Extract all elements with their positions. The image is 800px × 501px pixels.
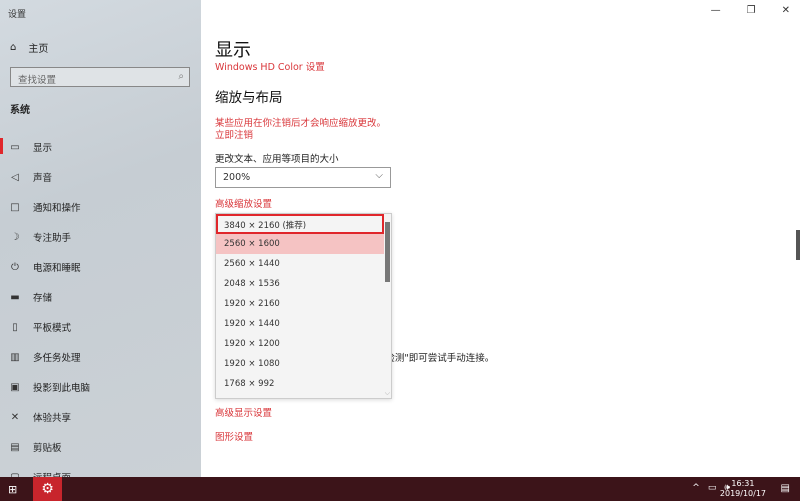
- resolution-option[interactable]: 2048 × 1536: [216, 274, 384, 294]
- windows-start-icon[interactable]: ⊞: [8, 483, 17, 496]
- app-title: 设置: [8, 10, 27, 20]
- resolution-option[interactable]: 1768 × 992: [216, 374, 384, 394]
- sidebar-item[interactable]: ▣ 投影到此电脑: [0, 372, 201, 402]
- resolution-dropdown-list[interactable]: 3840 × 2160 (推荐) 2560 × 1600 2560 × 1440 20…: [215, 213, 392, 399]
- close-icon[interactable]: ✕: [782, 5, 790, 16]
- detect-hint: "检测"即可尝试手动连接。: [381, 353, 495, 364]
- taskbar: ⊞ ⚙ ^ ▭ 🕪 16:31 2019/10/17 ▤: [0, 477, 800, 501]
- sidebar-item-label: 显示: [33, 143, 53, 154]
- clock[interactable]: 16:31 2019/10/17: [720, 479, 766, 499]
- sidebar-home[interactable]: ⌂ 主页: [10, 40, 48, 55]
- search-icon[interactable]: ⌕: [178, 71, 184, 82]
- sidebar-item-label: 平板模式: [33, 323, 72, 334]
- sidebar-item[interactable]: ◁ 声音: [0, 162, 201, 192]
- resolution-option[interactable]: 1920 × 1440: [216, 314, 384, 334]
- settings-gear-icon[interactable]: ⚙: [33, 477, 62, 501]
- search-placeholder: 查找设置: [18, 75, 57, 86]
- home-icon: ⌂: [10, 42, 17, 53]
- main-content: — ❐ ✕ 显示 Windows HD Color 设置 缩放与布局 某些应用在…: [201, 0, 800, 477]
- sidebar-item-label: 存储: [33, 293, 53, 304]
- resolution-option[interactable]: 2560 × 1600: [216, 234, 384, 254]
- minimize-icon[interactable]: —: [711, 5, 721, 16]
- notification-center-icon[interactable]: ▤: [781, 483, 790, 494]
- page-scrollbar[interactable]: [796, 230, 800, 260]
- chevron-down-icon: ⌵: [375, 170, 383, 181]
- share-icon: ✕: [10, 411, 20, 423]
- scale-label: 更改文本、应用等项目的大小: [215, 154, 339, 165]
- multitask-icon: ▥: [10, 351, 20, 363]
- sidebar-item-label: 通知和操作: [33, 203, 81, 214]
- advanced-display-link[interactable]: 高级显示设置: [215, 405, 272, 419]
- scrollbar-thumb[interactable]: [385, 222, 390, 282]
- scale-value: 200%: [223, 172, 251, 183]
- storage-icon: ▬: [10, 291, 20, 303]
- scroll-down-icon[interactable]: ⌵: [385, 389, 390, 398]
- sidebar-item-label: 专注助手: [33, 233, 72, 244]
- resolution-option[interactable]: 1920 × 2160: [216, 294, 384, 314]
- sidebar-item[interactable]: □ 通知和操作: [0, 192, 201, 222]
- resolution-option[interactable]: 3840 × 2160 (推荐): [216, 214, 384, 234]
- scale-heading: 缩放与布局: [215, 90, 283, 106]
- search-input[interactable]: 查找设置 ⌕: [10, 67, 190, 87]
- clipboard-icon: ▤: [10, 441, 20, 453]
- monitor-icon: ▭: [10, 141, 20, 153]
- graphics-link[interactable]: 图形设置: [215, 429, 253, 443]
- sidebar-item[interactable]: ☽ 专注助手: [0, 222, 201, 252]
- power-icon: ⏻: [11, 261, 19, 273]
- clock-date: 2019/10/17: [719, 489, 766, 498]
- window-controls: — ❐ ✕: [711, 5, 790, 16]
- sidebar-item-label: 剪贴板: [33, 443, 62, 454]
- home-label: 主页: [28, 44, 49, 55]
- speaker-icon: ◁: [11, 171, 19, 183]
- sidebar-item[interactable]: ▥ 多任务处理: [0, 342, 201, 372]
- sidebar-item[interactable]: ✕ 体验共享: [0, 402, 201, 432]
- tablet-icon: ▯: [12, 321, 18, 333]
- resolution-option[interactable]: 1920 × 1200: [216, 334, 384, 354]
- resolution-option[interactable]: 2560 × 1440: [216, 254, 384, 274]
- sidebar-item[interactable]: ⏻ 电源和睡眠: [0, 252, 201, 282]
- resolution-option[interactable]: 1920 × 1080: [216, 354, 384, 374]
- hd-color-link[interactable]: Windows HD Color 设置: [215, 59, 325, 73]
- sidebar-item-label: 电源和睡眠: [33, 263, 81, 274]
- chevron-up-icon[interactable]: ^: [692, 483, 700, 493]
- sidebar-item-label: 多任务处理: [33, 353, 81, 364]
- sidebar-item[interactable]: ▤ 剪贴板: [0, 432, 201, 462]
- advanced-scaling-link[interactable]: 高级缩放设置: [215, 196, 272, 210]
- sidebar-item-label: 体验共享: [33, 413, 72, 424]
- project-icon: ▣: [10, 381, 20, 393]
- notification-icon: □: [10, 201, 20, 213]
- signout-link[interactable]: 立即注销: [215, 127, 253, 141]
- section-title: 系统: [10, 105, 30, 116]
- maximize-icon[interactable]: ❐: [747, 5, 756, 16]
- scale-select[interactable]: 200% ⌵: [215, 167, 391, 188]
- moon-icon: ☽: [10, 231, 20, 243]
- clock-time: 16:31: [731, 479, 755, 488]
- sidebar-item[interactable]: ▬ 存储: [0, 282, 201, 312]
- sidebar-item-label: 投影到此电脑: [33, 383, 91, 394]
- network-icon[interactable]: ▭: [708, 483, 717, 493]
- sidebar-item[interactable]: ▭ 显示: [0, 132, 201, 162]
- sidebar-item[interactable]: ▯ 平板模式: [0, 312, 201, 342]
- sidebar-item-label: 声音: [33, 173, 53, 184]
- sidebar: 设置 ⌂ 主页 查找设置 ⌕ 系统 ▭ 显示 ◁ 声音 □ 通知和操作 ☽ 专注助手 ⏻ 电源和睡眠 ▬…: [0, 0, 201, 484]
- sidebar-nav: ▭ 显示 ◁ 声音 □ 通知和操作 ☽ 专注助手 ⏻ 电源和睡眠 ▬ 存储 ▯ 平板模式 ▥ 多任务处理 ▣ 投影…: [0, 132, 201, 492]
